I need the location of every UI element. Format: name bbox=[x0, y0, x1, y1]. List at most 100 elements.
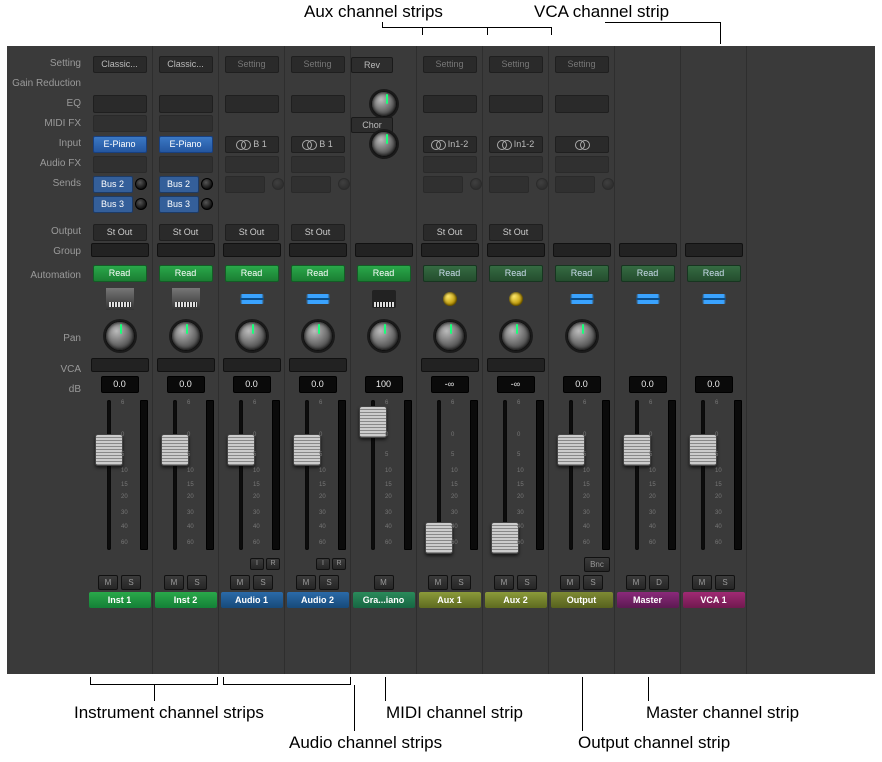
vca-slot[interactable] bbox=[223, 358, 281, 372]
output-slot[interactable]: St Out bbox=[423, 224, 477, 241]
channel-name[interactable]: Inst 2 bbox=[155, 592, 217, 608]
mute-button[interactable]: M bbox=[494, 575, 514, 590]
db-readout[interactable]: 0.0 bbox=[167, 376, 205, 393]
db-readout[interactable]: 0.0 bbox=[299, 376, 337, 393]
automation-mode[interactable]: Read bbox=[357, 265, 411, 282]
group-slot[interactable] bbox=[157, 243, 215, 257]
input-monitor-button[interactable]: I bbox=[250, 558, 264, 570]
automation-mode[interactable]: Read bbox=[93, 265, 147, 282]
solo-button[interactable]: S bbox=[451, 575, 471, 590]
track-icon[interactable] bbox=[370, 288, 398, 310]
send-slot-1[interactable]: Bus 3 bbox=[93, 196, 133, 213]
db-readout[interactable]: -∞ bbox=[497, 376, 535, 393]
fader-track[interactable] bbox=[107, 400, 111, 550]
track-icon[interactable] bbox=[502, 288, 530, 310]
channel-name[interactable]: Aux 2 bbox=[485, 592, 547, 608]
audio-fx-slot[interactable] bbox=[555, 156, 609, 173]
record-enable-button[interactable]: R bbox=[266, 558, 280, 570]
automation-mode[interactable]: Read bbox=[687, 265, 741, 282]
group-slot[interactable] bbox=[619, 243, 677, 257]
send-level-knob[interactable] bbox=[338, 178, 350, 190]
group-slot[interactable] bbox=[91, 243, 149, 257]
automation-mode[interactable]: Read bbox=[423, 265, 477, 282]
automation-mode[interactable]: Read bbox=[291, 265, 345, 282]
automation-mode[interactable]: Read bbox=[621, 265, 675, 282]
input-slot[interactable]: E-Piano bbox=[93, 136, 147, 153]
pan-knob[interactable] bbox=[171, 321, 201, 351]
fader-track[interactable] bbox=[635, 400, 639, 550]
group-slot[interactable] bbox=[289, 243, 347, 257]
send-level-knob[interactable] bbox=[201, 178, 213, 190]
pan-knob[interactable] bbox=[237, 321, 267, 351]
solo-button[interactable]: S bbox=[187, 575, 207, 590]
mute-button[interactable]: M bbox=[626, 575, 646, 590]
eq-thumbnail[interactable] bbox=[93, 95, 147, 113]
send-level-knob[interactable] bbox=[135, 198, 147, 210]
solo-button[interactable]: S bbox=[583, 575, 603, 590]
input-monitor-button[interactable]: I bbox=[316, 558, 330, 570]
db-readout[interactable]: -∞ bbox=[431, 376, 469, 393]
fader-cap[interactable] bbox=[359, 406, 387, 438]
eq-thumbnail[interactable] bbox=[489, 95, 543, 113]
db-readout[interactable]: 0.0 bbox=[233, 376, 271, 393]
fader-track[interactable] bbox=[569, 400, 573, 550]
send-slot-0[interactable]: Bus 2 bbox=[159, 176, 199, 193]
db-readout[interactable]: 100 bbox=[365, 376, 403, 393]
eq-thumbnail[interactable] bbox=[159, 95, 213, 113]
vca-slot[interactable] bbox=[487, 358, 545, 372]
automation-mode[interactable]: Read bbox=[489, 265, 543, 282]
fader-cap[interactable] bbox=[689, 434, 717, 466]
input-slot[interactable]: B 1 bbox=[225, 136, 279, 153]
fader-cap[interactable] bbox=[293, 434, 321, 466]
output-slot[interactable]: St Out bbox=[93, 224, 147, 241]
midi-fx-slot[interactable] bbox=[93, 115, 147, 132]
input-slot[interactable]: E-Piano bbox=[159, 136, 213, 153]
setting-slot[interactable]: Classic... bbox=[93, 56, 147, 73]
send-level-knob[interactable] bbox=[536, 178, 548, 190]
mute-button[interactable]: M bbox=[98, 575, 118, 590]
fader-track[interactable] bbox=[173, 400, 177, 550]
setting-slot[interactable]: Setting bbox=[423, 56, 477, 73]
db-readout[interactable]: 0.0 bbox=[695, 376, 733, 393]
mute-button[interactable]: M bbox=[428, 575, 448, 590]
mute-button[interactable]: M bbox=[296, 575, 316, 590]
automation-mode[interactable]: Read bbox=[159, 265, 213, 282]
send-slot-empty[interactable] bbox=[555, 176, 595, 193]
send-level-knob[interactable] bbox=[602, 178, 614, 190]
track-icon[interactable] bbox=[238, 288, 266, 310]
fader-track[interactable] bbox=[305, 400, 309, 550]
solo-button[interactable]: S bbox=[319, 575, 339, 590]
solo-button[interactable]: S bbox=[121, 575, 141, 590]
channel-name[interactable]: Master bbox=[617, 592, 679, 608]
channel-name[interactable]: VCA 1 bbox=[683, 592, 745, 608]
output-slot[interactable]: St Out bbox=[291, 224, 345, 241]
automation-mode[interactable]: Read bbox=[555, 265, 609, 282]
mute-button[interactable]: M bbox=[164, 575, 184, 590]
fader-cap[interactable] bbox=[227, 434, 255, 466]
vca-slot[interactable] bbox=[421, 358, 479, 372]
fader-cap[interactable] bbox=[425, 522, 453, 554]
input-slot[interactable]: In1-2 bbox=[423, 136, 477, 153]
output-slot[interactable]: St Out bbox=[225, 224, 279, 241]
eq-thumbnail[interactable] bbox=[291, 95, 345, 113]
fader-cap[interactable] bbox=[161, 434, 189, 466]
channel-name[interactable]: Audio 2 bbox=[287, 592, 349, 608]
fader-cap[interactable] bbox=[491, 522, 519, 554]
track-icon[interactable] bbox=[106, 288, 134, 310]
track-icon[interactable] bbox=[172, 288, 200, 310]
fader-cap[interactable] bbox=[623, 434, 651, 466]
mute-button[interactable]: M bbox=[560, 575, 580, 590]
audio-fx-slot[interactable] bbox=[225, 156, 279, 173]
send-slot-empty[interactable] bbox=[225, 176, 265, 193]
send-level-knob[interactable] bbox=[135, 178, 147, 190]
mute-button[interactable]: M bbox=[374, 575, 394, 590]
solo-button[interactable]: S bbox=[715, 575, 735, 590]
vca-slot[interactable] bbox=[91, 358, 149, 372]
mute-button[interactable]: M bbox=[692, 575, 712, 590]
midi-fx-slot[interactable] bbox=[159, 115, 213, 132]
automation-mode[interactable]: Read bbox=[225, 265, 279, 282]
pan-knob[interactable] bbox=[567, 321, 597, 351]
send-level-knob[interactable] bbox=[201, 198, 213, 210]
fader-cap[interactable] bbox=[557, 434, 585, 466]
eq-thumbnail[interactable] bbox=[225, 95, 279, 113]
